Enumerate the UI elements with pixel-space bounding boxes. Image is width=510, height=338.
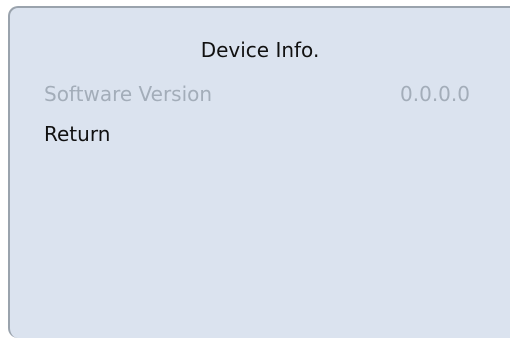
device-info-panel: Device Info. Software Version 0.0.0.0 Re…: [8, 6, 510, 338]
panel-title: Device Info.: [200, 38, 320, 62]
software-version-row: Software Version 0.0.0.0: [44, 82, 470, 106]
software-version-value: 0.0.0.0: [400, 82, 470, 106]
software-version-label: Software Version: [44, 82, 213, 106]
return-button[interactable]: Return: [44, 122, 470, 146]
